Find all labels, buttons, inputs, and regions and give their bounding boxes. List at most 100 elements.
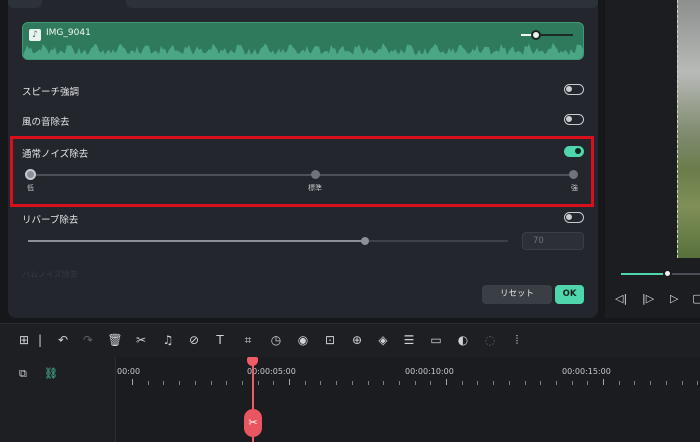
ruler-tick — [194, 381, 196, 385]
ruler-tick — [383, 381, 385, 385]
ruler-tick — [493, 381, 495, 385]
noise-level-low-label: 低 — [27, 184, 34, 192]
ruler-tick — [289, 379, 290, 385]
ruler-tick — [571, 381, 573, 385]
waveform — [23, 42, 583, 59]
prev-frame-icon[interactable]: ◁| — [615, 292, 627, 305]
waveform-icon[interactable]: ⦙ — [509, 333, 525, 348]
audio-icon[interactable]: ♫ — [160, 333, 176, 347]
noise-level-stop-high[interactable] — [569, 170, 578, 179]
time-label-15: 00:00:15:00 — [562, 367, 611, 376]
reverb-removal-label: リバーブ除去 — [22, 215, 79, 226]
ruler-tick — [132, 379, 133, 385]
ruler-tick — [555, 381, 557, 385]
timeline-toolbar: ⊞ | ↶ ↷ 🗑 ✂ ♫ ⊘ T ⌗ ◷ ◉ ⊡ ⊕ ◈ ☰ ▭ ◐ ◌ ⦙ — [0, 323, 700, 357]
redo-icon[interactable]: ↷ — [80, 333, 96, 347]
ruler-tick — [540, 381, 542, 385]
timeline-track-header: ⧉ ⛓ — [0, 357, 116, 442]
divider: | — [37, 333, 43, 347]
ruler-tick — [304, 381, 306, 385]
ruler-tick — [273, 381, 275, 385]
stabilize-icon[interactable]: ⊕ — [349, 333, 365, 347]
crop-icon[interactable]: ⌗ — [240, 333, 256, 348]
mask-icon[interactable]: ⊡ — [322, 333, 338, 347]
video-preview-area: ◁| |▷ ▷ ▢ — [605, 0, 700, 318]
ruler-tick — [179, 381, 181, 385]
cut-icon[interactable]: ✂ — [133, 333, 149, 347]
playback-progress[interactable] — [621, 273, 700, 275]
time-label-5: 00:00:05:00 — [247, 367, 296, 376]
ruler-tick — [618, 381, 620, 385]
time-label-0: 00:00 — [117, 367, 141, 376]
reverb-slider[interactable] — [28, 240, 508, 242]
noise-level-mid-label: 標準 — [308, 184, 322, 192]
ruler-tick — [226, 381, 228, 385]
undo-icon[interactable]: ↶ — [55, 333, 71, 347]
app-window: ♪ IMG_9041 スピーチ強調 風の音除去 通常ノイズ除去 低 標準 強 リ… — [0, 0, 700, 442]
split-icon[interactable]: ▭ — [428, 333, 444, 347]
noise-removal-label: 通常ノイズ除去 — [22, 149, 89, 160]
reverb-value-field[interactable]: 70 — [522, 232, 584, 250]
waveform-shape — [23, 42, 583, 59]
ruler-tick — [430, 381, 432, 385]
ok-button[interactable]: OK — [555, 285, 584, 304]
noise-removal-highlight — [10, 136, 594, 207]
ruler-tick — [210, 381, 212, 385]
speed-icon[interactable]: ◷ — [268, 333, 284, 347]
hum-removal-label: ハムノイズ除去 — [22, 270, 78, 279]
keyframe-icon[interactable]: ◈ — [375, 333, 391, 347]
ruler-tick — [351, 381, 353, 385]
playhead-handle[interactable] — [247, 357, 258, 366]
ruler-tick — [681, 381, 683, 385]
ruler-tick — [414, 381, 416, 385]
ruler-tick — [461, 381, 463, 385]
ruler-tick — [477, 381, 479, 385]
reverb-removal-toggle[interactable] — [564, 212, 584, 223]
tag-icon[interactable]: ⊘ — [186, 333, 202, 347]
ruler-tick — [367, 381, 369, 385]
timeline: ⧉ ⛓ 00:00 00:00:05:00 00:00:10:00 00:00:… — [0, 357, 700, 442]
ruler-tick — [508, 381, 510, 385]
reverb-slider-knob[interactable] — [361, 237, 369, 245]
adjust-icon[interactable]: ☰ — [401, 333, 417, 347]
clip-volume-track[interactable] — [521, 34, 573, 36]
panel-tabs — [8, 0, 598, 8]
clip-name: IMG_9041 — [46, 28, 91, 38]
ruler-tick — [257, 381, 259, 385]
ruler-tick — [524, 381, 526, 385]
ruler-tick — [241, 381, 243, 385]
tab-right[interactable] — [126, 0, 598, 8]
ruler-tick — [398, 381, 400, 385]
noise-removal-toggle[interactable] — [564, 146, 584, 157]
playback-knob[interactable] — [663, 269, 672, 278]
step-icon[interactable]: |▷ — [642, 292, 654, 305]
layout-icon[interactable]: ⊞ — [16, 333, 32, 347]
speech-enhancement-toggle[interactable] — [564, 84, 584, 95]
time-label-10: 00:00:10:00 — [405, 367, 454, 376]
delete-icon[interactable]: 🗑 — [107, 333, 123, 347]
ruler-tick — [147, 381, 149, 385]
noise-level-high-label: 強 — [571, 184, 578, 192]
play-icon[interactable]: ▷ — [670, 292, 678, 305]
noise-level-knob[interactable] — [25, 169, 36, 180]
add-track-icon[interactable]: ⧉ — [19, 367, 27, 381]
link-icon[interactable]: ⛓ — [44, 367, 58, 380]
color-icon[interactable]: ◉ — [295, 333, 311, 347]
ruler-tick — [650, 381, 652, 385]
tab-left[interactable] — [8, 0, 42, 8]
ai-icon[interactable]: ◐ — [455, 333, 471, 347]
ruler-tick — [446, 379, 447, 385]
audio-clip-preview: ♪ IMG_9041 — [22, 22, 584, 60]
wind-removal-label: 風の音除去 — [22, 117, 70, 128]
noise-level-stop-mid[interactable] — [311, 170, 320, 179]
preview-frame — [677, 0, 700, 258]
ruler-tick — [587, 381, 589, 385]
noise-level-slider[interactable] — [30, 174, 575, 176]
ruler-tick — [163, 381, 165, 385]
text-icon[interactable]: T — [212, 333, 228, 347]
split-marker-icon[interactable]: ✂ — [244, 409, 262, 437]
stop-icon[interactable]: ▢ — [692, 292, 700, 305]
wind-removal-toggle[interactable] — [564, 114, 584, 125]
reset-button[interactable]: リセット — [482, 285, 552, 304]
sync-icon[interactable]: ◌ — [482, 333, 498, 347]
